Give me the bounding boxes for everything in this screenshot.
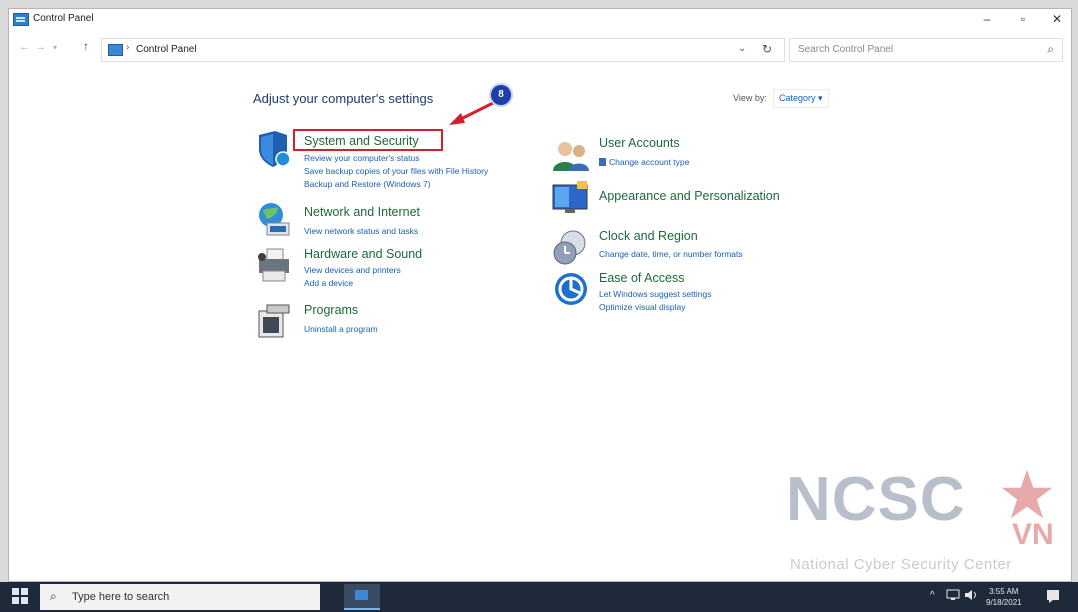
change-account-type-link[interactable]: Change account type [599, 157, 689, 167]
programs-box-icon[interactable] [255, 301, 295, 341]
file-history-link[interactable]: Save backup copies of your files with Fi… [304, 166, 488, 176]
highlight-annotation-box [293, 129, 443, 151]
page-title: Adjust your computer's settings [253, 91, 434, 106]
control-panel-icon [13, 13, 29, 26]
view-by-label: View by: [733, 93, 767, 103]
appearance-personalization-link[interactable]: Appearance and Personalization [599, 189, 780, 203]
recent-locations-icon[interactable]: ▾ [53, 43, 57, 52]
minimize-button[interactable]: – [969, 9, 1005, 31]
uninstall-program-link[interactable]: Uninstall a program [304, 324, 378, 334]
breadcrumb-separator-icon[interactable]: › [126, 42, 129, 53]
taskbar-search-input[interactable]: ⌕ Type here to search [40, 584, 320, 610]
address-dropdown-icon[interactable]: ⌄ [738, 43, 746, 54]
globe-network-icon[interactable] [253, 199, 293, 239]
forward-arrow-icon[interactable]: → [35, 41, 46, 53]
title-bar: Control Panel – ▫ ✕ [9, 9, 1071, 31]
control-panel-icon [355, 590, 368, 600]
ncsc-watermark: NCSC VN National Cyber Security Center [786, 464, 1066, 574]
search-input[interactable]: Search Control Panel ⌕ [789, 38, 1063, 62]
monitor-palette-icon[interactable] [551, 179, 591, 219]
printer-icon[interactable] [253, 245, 293, 285]
backup-restore-link[interactable]: Backup and Restore (Windows 7) [304, 179, 431, 189]
annotation-arrow-icon [449, 101, 494, 125]
user-accounts-link[interactable]: User Accounts [599, 136, 680, 150]
suggest-settings-link[interactable]: Let Windows suggest settings [599, 289, 711, 299]
close-button[interactable]: ✕ [1039, 9, 1071, 31]
devices-printers-link[interactable]: View devices and printers [304, 265, 401, 275]
network-tray-icon[interactable] [946, 589, 960, 601]
network-status-link[interactable]: View network status and tasks [304, 226, 418, 236]
screen: Control Panel – ▫ ✕ ← → ▾ ↑ › Control Pa… [0, 0, 1078, 612]
uac-shield-icon [599, 158, 606, 166]
optimize-display-link[interactable]: Optimize visual display [599, 302, 685, 312]
back-arrow-icon[interactable]: ← [19, 41, 30, 53]
hardware-sound-link[interactable]: Hardware and Sound [304, 247, 422, 261]
tray-chevron-icon[interactable]: ^ [930, 590, 935, 601]
add-device-link[interactable]: Add a device [304, 278, 353, 288]
network-internet-link[interactable]: Network and Internet [304, 205, 420, 219]
tray-time: 3:55 AM [989, 587, 1019, 596]
watermark-subtitle: National Cyber Security Center [790, 556, 1012, 573]
windows-start-icon[interactable] [12, 588, 28, 604]
search-icon: ⌕ [50, 589, 57, 603]
step-number-badge: 8 [491, 85, 511, 105]
volume-tray-icon[interactable] [964, 589, 978, 601]
watermark-vn: VN [1012, 518, 1054, 551]
taskbar: ⌕ Type here to search ^ 3:55 AM 9/18/202… [0, 582, 1078, 612]
search-placeholder: Search Control Panel [798, 44, 894, 55]
tray-date: 9/18/2021 [986, 598, 1022, 607]
control-panel-icon [108, 44, 123, 56]
refresh-icon[interactable]: ↻ [762, 42, 772, 56]
navigation-bar: ← → ▾ ↑ › Control Panel ⌄ ↻ Search Contr… [9, 35, 1071, 65]
accessibility-icon[interactable] [551, 269, 591, 309]
users-icon[interactable] [551, 135, 591, 175]
watermark-star-icon [1001, 469, 1053, 519]
clock-region-link[interactable]: Clock and Region [599, 229, 698, 243]
up-arrow-icon[interactable]: ↑ [83, 39, 89, 53]
ease-of-access-link[interactable]: Ease of Access [599, 271, 684, 285]
address-bar[interactable]: › Control Panel ⌄ ↻ [101, 38, 785, 62]
shield-icon[interactable] [253, 129, 293, 169]
date-time-formats-link[interactable]: Change date, time, or number formats [599, 249, 743, 259]
view-by-dropdown[interactable]: Category ▾ [773, 89, 829, 108]
search-icon[interactable]: ⌕ [1047, 42, 1054, 57]
taskbar-control-panel-button[interactable] [344, 584, 380, 610]
notification-icon[interactable] [1046, 589, 1060, 603]
review-status-link[interactable]: Review your computer's status [304, 153, 419, 163]
change-account-type-label: Change account type [609, 157, 690, 167]
window-title: Control Panel [33, 13, 94, 24]
tray-clock[interactable]: 3:55 AM 9/18/2021 [986, 586, 1022, 608]
breadcrumb-control-panel[interactable]: Control Panel [136, 44, 197, 55]
programs-link[interactable]: Programs [304, 303, 358, 317]
taskbar-search-placeholder: Type here to search [72, 591, 170, 603]
clock-globe-icon[interactable] [551, 227, 591, 267]
watermark-letters: NCSC [786, 465, 966, 534]
maximize-button[interactable]: ▫ [1005, 9, 1041, 31]
